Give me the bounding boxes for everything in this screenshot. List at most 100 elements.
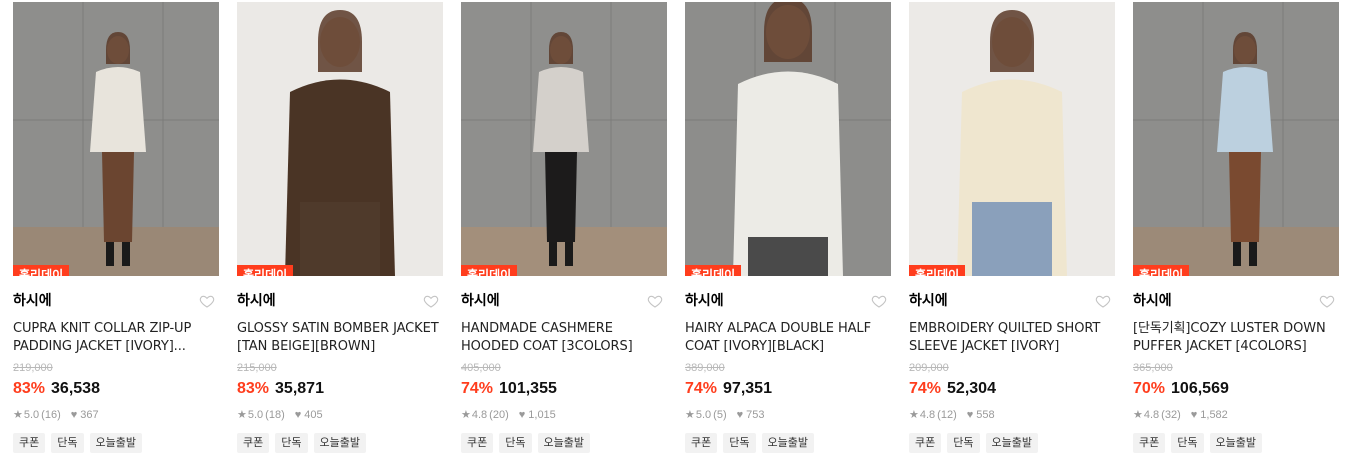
- rating: 4.8: [1143, 409, 1160, 421]
- star-icon: ★: [1133, 409, 1143, 421]
- product-card[interactable]: 홀리데이 하시에 GLOSSY SATIN BOMBER JACKET [TAN…: [237, 2, 443, 453]
- product-card[interactable]: 홀리데이 하시에 [단독기획]COZY LUSTER DOWN PUFFER J…: [1133, 2, 1339, 453]
- tag-list: 쿠폰 단독 오늘출발: [1133, 433, 1339, 453]
- sale-price: 101,355: [499, 380, 557, 397]
- brand-name[interactable]: 하시에: [685, 293, 724, 309]
- star-icon: ★: [685, 409, 695, 421]
- like-count: 1,015: [528, 409, 556, 421]
- product-name[interactable]: GLOSSY SATIN BOMBER JACKET [TAN BEIGE][B…: [237, 320, 443, 356]
- product-name[interactable]: HANDMADE CASHMERE HOODED COAT [3COLORS]: [461, 320, 667, 356]
- tag-chip: 단독: [499, 433, 532, 453]
- original-price: 405,000: [461, 362, 501, 374]
- original-price: 365,000: [1133, 362, 1173, 374]
- like-icon: ♥: [518, 409, 526, 421]
- product-card[interactable]: 홀리데이 하시에 HAIRY ALPACA DOUBLE HALF COAT […: [685, 2, 891, 453]
- like-icon: ♥: [966, 409, 974, 421]
- tag-chip: 쿠폰: [909, 433, 942, 453]
- rating: 4.8: [919, 409, 936, 421]
- brand-name[interactable]: 하시에: [13, 293, 52, 309]
- tag-chip: 오늘출발: [537, 433, 590, 453]
- holiday-badge: 홀리데이: [13, 265, 70, 276]
- review-count: (16): [41, 409, 61, 421]
- like-count: 558: [976, 409, 995, 421]
- heart-icon[interactable]: [647, 293, 663, 309]
- product-name[interactable]: [단독기획]COZY LUSTER DOWN PUFFER JACKET [4C…: [1133, 320, 1339, 356]
- tag-chip: 단독: [723, 433, 756, 453]
- tag-chip: 단독: [51, 433, 84, 453]
- tag-chip: 오늘출발: [313, 433, 366, 453]
- rating: 5.0: [247, 409, 264, 421]
- product-image[interactable]: 홀리데이: [685, 2, 891, 276]
- tag-chip: 쿠폰: [13, 433, 46, 453]
- original-price: 215,000: [237, 362, 277, 374]
- original-price: 219,000: [13, 362, 53, 374]
- product-name[interactable]: EMBROIDERY QUILTED SHORT SLEEVE JACKET […: [909, 320, 1115, 356]
- holiday-badge: 홀리데이: [237, 265, 294, 276]
- brand-name[interactable]: 하시에: [237, 293, 276, 309]
- like-icon: ♥: [1190, 409, 1198, 421]
- holiday-badge: 홀리데이: [909, 265, 966, 276]
- product-grid: 홀리데이 하시에 CUPRA KNIT COLLAR ZIP-UP PADDIN…: [0, 0, 1346, 463]
- brand-name[interactable]: 하시에: [909, 293, 948, 309]
- review-count: (18): [265, 409, 285, 421]
- sale-price: 36,538: [51, 380, 100, 397]
- holiday-badge: 홀리데이: [1133, 265, 1190, 276]
- tag-chip: 쿠폰: [1133, 433, 1166, 453]
- discount-rate: 74%: [685, 380, 718, 397]
- product-image[interactable]: 홀리데이: [461, 2, 667, 276]
- product-card[interactable]: 홀리데이 하시에 EMBROIDERY QUILTED SHORT SLEEVE…: [909, 2, 1115, 453]
- star-icon: ★: [13, 409, 23, 421]
- sale-price: 35,871: [275, 380, 324, 397]
- sale-price: 106,569: [1171, 380, 1229, 397]
- rating: 5.0: [695, 409, 712, 421]
- review-count: (20): [489, 409, 509, 421]
- heart-icon[interactable]: [871, 293, 887, 309]
- discount-rate: 74%: [909, 380, 942, 397]
- tag-chip: 오늘출발: [89, 433, 142, 453]
- original-price: 389,000: [685, 362, 725, 374]
- review-count: (32): [1161, 409, 1181, 421]
- tag-chip: 단독: [947, 433, 980, 453]
- review-count: (5): [713, 409, 727, 421]
- tag-list: 쿠폰 단독 오늘출발: [685, 433, 891, 453]
- heart-icon[interactable]: [199, 293, 215, 309]
- tag-chip: 오늘출발: [985, 433, 1038, 453]
- like-icon: ♥: [70, 409, 78, 421]
- discount-rate: 70%: [1133, 380, 1166, 397]
- like-icon: ♥: [294, 409, 302, 421]
- tag-list: 쿠폰 단독 오늘출발: [461, 433, 667, 453]
- brand-name[interactable]: 하시에: [1133, 293, 1172, 309]
- heart-icon[interactable]: [423, 293, 439, 309]
- like-icon: ♥: [736, 409, 744, 421]
- product-name[interactable]: CUPRA KNIT COLLAR ZIP-UP PADDING JACKET …: [13, 320, 219, 356]
- product-image[interactable]: 홀리데이: [909, 2, 1115, 276]
- tag-list: 쿠폰 단독 오늘출발: [237, 433, 443, 453]
- tag-chip: 쿠폰: [237, 433, 270, 453]
- tag-list: 쿠폰 단독 오늘출발: [909, 433, 1115, 453]
- tag-chip: 단독: [1171, 433, 1204, 453]
- like-count: 367: [80, 409, 99, 421]
- rating: 4.8: [471, 409, 488, 421]
- like-count: 1,582: [1200, 409, 1228, 421]
- discount-rate: 83%: [237, 380, 270, 397]
- product-image[interactable]: 홀리데이: [237, 2, 443, 276]
- heart-icon[interactable]: [1319, 293, 1335, 309]
- star-icon: ★: [461, 409, 471, 421]
- tag-chip: 쿠폰: [461, 433, 494, 453]
- tag-chip: 쿠폰: [685, 433, 718, 453]
- star-icon: ★: [237, 409, 247, 421]
- star-icon: ★: [909, 409, 919, 421]
- tag-chip: 오늘출발: [761, 433, 814, 453]
- review-count: (12): [937, 409, 957, 421]
- product-image[interactable]: 홀리데이: [1133, 2, 1339, 276]
- rating: 5.0: [23, 409, 40, 421]
- product-card[interactable]: 홀리데이 하시에 HANDMADE CASHMERE HOODED COAT […: [461, 2, 667, 453]
- sale-price: 52,304: [947, 380, 996, 397]
- product-name[interactable]: HAIRY ALPACA DOUBLE HALF COAT [IVORY][BL…: [685, 320, 891, 356]
- like-count: 405: [304, 409, 323, 421]
- product-card[interactable]: 홀리데이 하시에 CUPRA KNIT COLLAR ZIP-UP PADDIN…: [13, 2, 219, 453]
- product-image[interactable]: 홀리데이: [13, 2, 219, 276]
- heart-icon[interactable]: [1095, 293, 1111, 309]
- brand-name[interactable]: 하시에: [461, 293, 500, 309]
- discount-rate: 74%: [461, 380, 494, 397]
